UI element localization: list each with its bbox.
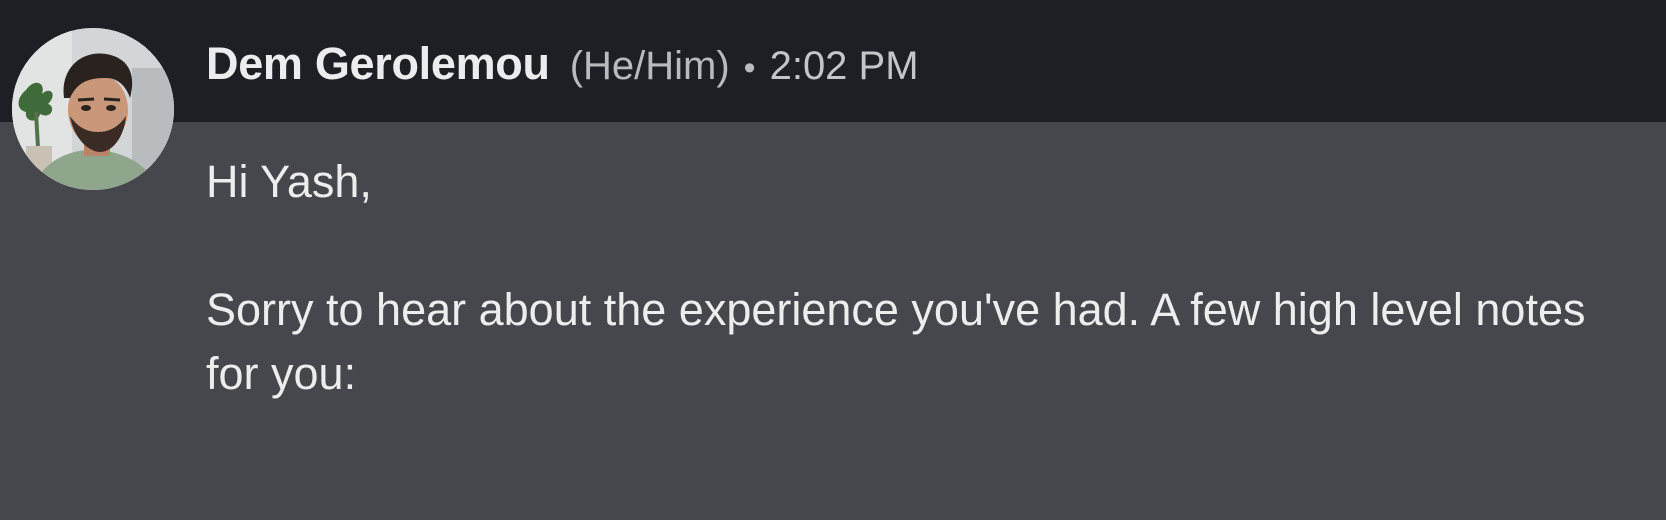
sender-pronouns: (He/Him) [569,44,730,88]
dot-separator: • [743,49,756,87]
profile-photo-icon [12,28,174,190]
message-body: Hi Yash, Sorry to hear about the experie… [206,150,1626,406]
avatar[interactable] [12,28,174,190]
message-paragraph: Sorry to hear about the experience you'v… [206,284,1586,399]
sender-name[interactable]: Dem Gerolemou [206,38,550,90]
message-header: Dem Gerolemou (He/Him) • 2:02 PM [206,38,919,100]
message-container: Dem Gerolemou (He/Him) • 2:02 PM Hi Yash… [0,0,1666,520]
message-timestamp: 2:02 PM [769,44,919,88]
message-greeting: Hi Yash, [206,156,372,207]
